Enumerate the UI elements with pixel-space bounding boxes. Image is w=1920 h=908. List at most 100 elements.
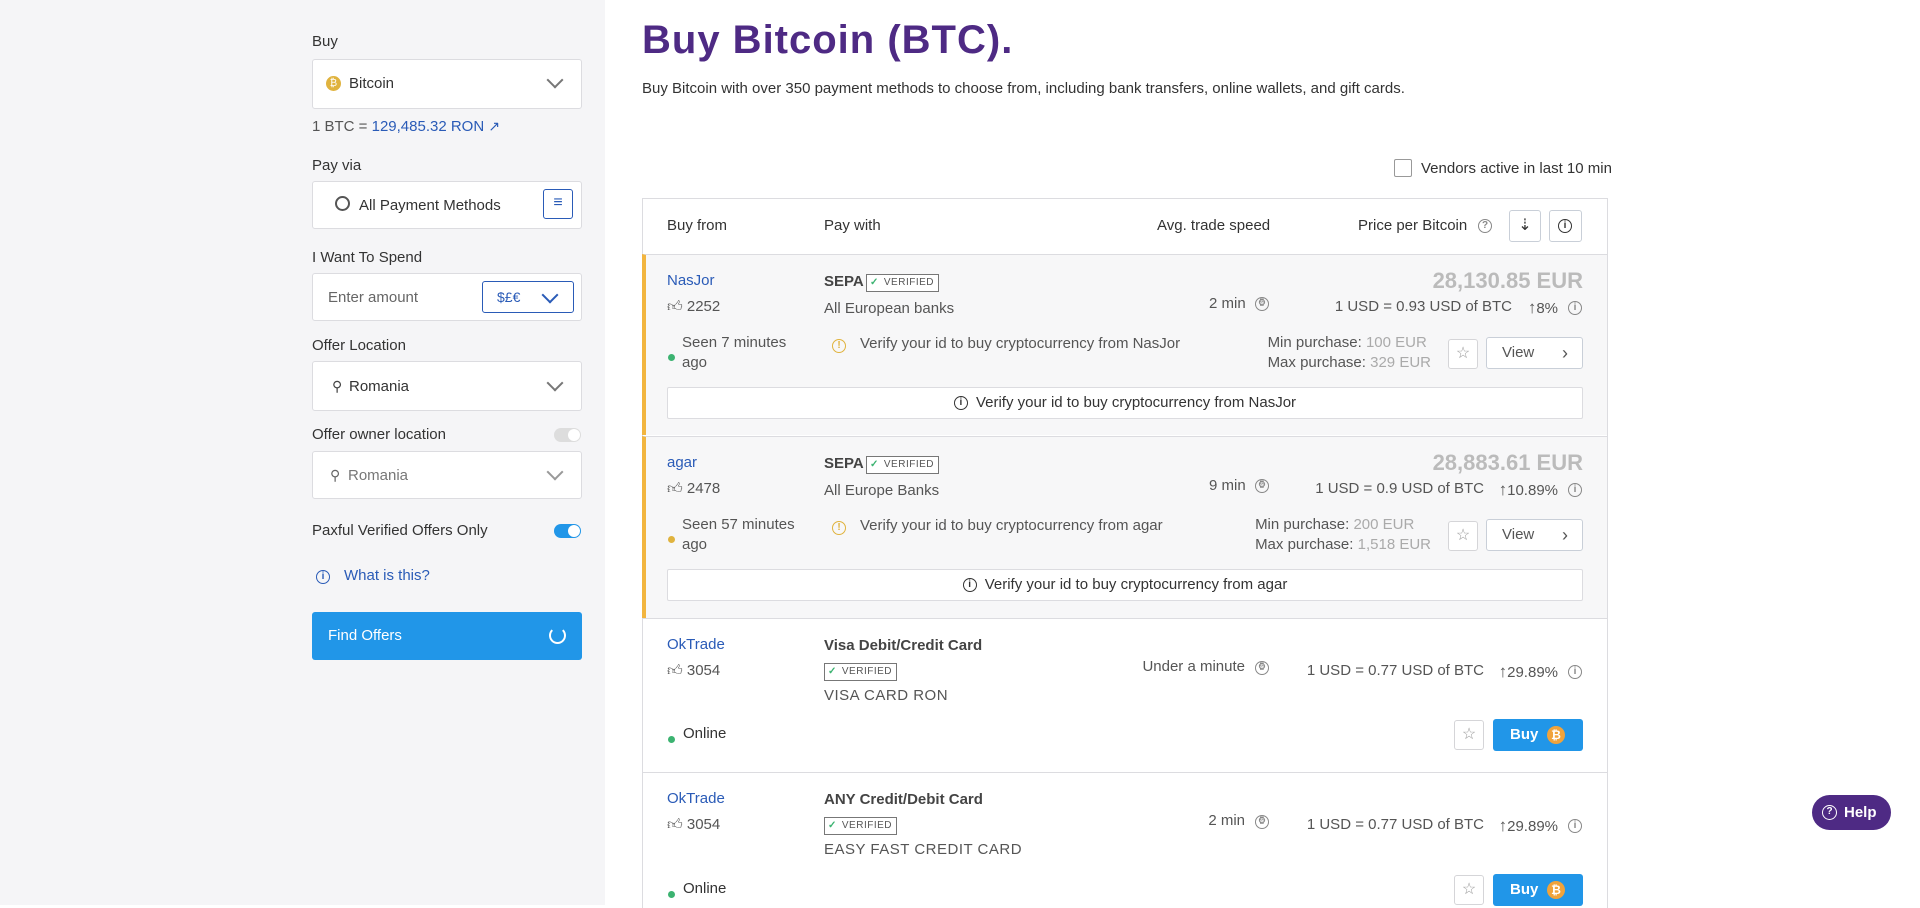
offer-location-select[interactable]: ⚲ Romania <box>312 361 582 411</box>
info-icon: i <box>1558 219 1572 233</box>
rate-prefix: 1 BTC = <box>312 118 368 135</box>
buy-button[interactable]: Buy ₿ <box>1493 874 1583 906</box>
vendors-active-label: Vendors active in last 10 min <box>1421 160 1612 177</box>
margin: ↑29.89% <box>1498 816 1558 835</box>
info-icon: i <box>1568 301 1582 315</box>
currency-select[interactable]: $£€ <box>482 281 574 313</box>
view-button[interactable]: View › <box>1486 519 1583 551</box>
info-icon: i <box>1568 483 1582 497</box>
trend-up-icon: ↗ <box>488 118 501 134</box>
favorite-star-icon[interactable]: ☆ <box>1454 720 1484 750</box>
what-is-this-link[interactable]: What is this? <box>344 567 430 584</box>
payment-method: ANY Credit/Debit Card <box>824 791 983 808</box>
favorite-star-icon[interactable]: ☆ <box>1448 521 1478 551</box>
limits: Min purchase: 100 EUR Max purchase: 329 … <box>1267 334 1431 371</box>
warning-icon: ! <box>832 339 846 353</box>
chevron-down-icon <box>546 374 564 392</box>
vendor-link[interactable]: OkTrade <box>667 790 725 807</box>
rate-line: 1 BTC = 129,485.32 RON ↗ <box>312 118 500 135</box>
usd-rate: 1 USD = 0.9 USD of BTC <box>1315 480 1484 497</box>
status-dot <box>668 530 675 548</box>
vendor-link[interactable]: NasJor <box>667 272 715 289</box>
info-icon: i <box>316 570 330 584</box>
amount-field[interactable]: Enter amount $£€ <box>312 273 582 321</box>
margin: ↑29.89% <box>1498 662 1558 681</box>
usd-rate: 1 USD = 0.77 USD of BTC <box>1306 662 1484 679</box>
location-pin-icon: ⚲ <box>330 467 341 483</box>
row-divider <box>642 618 1608 619</box>
vendor-link[interactable]: OkTrade <box>667 636 725 653</box>
online-status: Online <box>683 880 727 897</box>
chevron-down-icon <box>541 286 559 304</box>
view-button[interactable]: View › <box>1486 337 1583 369</box>
crypto-select-value: Bitcoin <box>349 75 395 92</box>
payment-detail: EASY FAST CREDIT CARD <box>824 841 1023 858</box>
vendor-link[interactable]: agar <box>667 454 697 471</box>
clock-icon: ⌚︎ <box>1255 479 1269 493</box>
help-button[interactable]: ? Help <box>1812 795 1891 830</box>
trade-speed: 9 min <box>1209 477 1246 494</box>
find-offers-button[interactable]: Find Offers <box>312 612 582 660</box>
help-icon: ? <box>1822 805 1837 820</box>
header-pay-with: Pay with <box>824 217 881 234</box>
verified-badge: ✓ VERIFIED <box>866 274 940 292</box>
chevron-down-icon <box>546 71 564 89</box>
thumbs-up-icon: 👍︎ <box>667 480 683 497</box>
online-status: Online <box>683 725 727 742</box>
status-dot <box>668 885 675 903</box>
likes: 👍︎ 3054 <box>667 816 721 833</box>
help-icon[interactable]: ? <box>1478 219 1492 233</box>
verified-only-toggle[interactable] <box>554 524 581 538</box>
margin: ↑10.89% <box>1498 480 1558 499</box>
payment-method-select[interactable]: All Payment Methods ≡ <box>312 181 582 229</box>
offer-location-label: Offer Location <box>312 337 406 354</box>
table-info-button[interactable]: i <box>1549 210 1582 242</box>
find-offers-label: Find Offers <box>328 627 402 644</box>
payment-detail: VISA CARD RON <box>824 687 949 704</box>
bitcoin-icon: ₿ <box>1547 881 1565 899</box>
payment-method-value: All Payment Methods <box>359 197 501 214</box>
refresh-icon <box>549 627 566 644</box>
crypto-select[interactable]: ₿ Bitcoin <box>312 59 582 109</box>
row-divider <box>642 772 1608 773</box>
thumbs-up-icon: 👍︎ <box>667 816 683 833</box>
verified-badge: ✓ VERIFIED <box>824 817 898 835</box>
warning-icon: ! <box>832 521 846 535</box>
trade-speed: 2 min <box>1208 812 1245 829</box>
verified-badge: ✓ VERIFIED <box>824 663 898 681</box>
thumbs-up-icon: 👍︎ <box>667 662 683 679</box>
sort-icon[interactable]: ⇣ <box>1509 210 1541 242</box>
owner-location-select[interactable]: ⚲ Romania <box>312 451 582 499</box>
header-price: Price per Bitcoin <box>1358 217 1468 234</box>
buy-button[interactable]: Buy ₿ <box>1493 719 1583 751</box>
payment-detail: All European banks <box>824 300 955 317</box>
owner-location-label: Offer owner location <box>312 426 446 443</box>
likes: 👍︎ 2252 <box>667 298 721 315</box>
last-seen: Seen 7 minutes ago <box>682 334 787 371</box>
page-subtitle: Buy Bitcoin with over 350 payment method… <box>642 80 1405 97</box>
thumbs-up-icon: 👍︎ <box>667 298 683 315</box>
owner-location-value: Romania <box>348 467 409 484</box>
pay-via-label: Pay via <box>312 157 362 174</box>
payment-method: SEPA <box>824 273 864 290</box>
verify-banner[interactable]: i Verify your id to buy cryptocurrency fr… <box>667 569 1583 601</box>
bitcoin-icon: ₿ <box>1547 726 1565 744</box>
rate-value-link[interactable]: 129,485.32 RON <box>372 118 485 135</box>
clock-icon: ⌚︎ <box>1255 661 1269 675</box>
search-icon <box>335 196 350 211</box>
verify-note: Verify your id to buy cryptocurrency fro… <box>860 335 1181 352</box>
owner-location-toggle[interactable] <box>554 428 581 442</box>
menu-icon[interactable]: ≡ <box>543 189 573 219</box>
bitcoin-icon: ₿ <box>326 76 341 91</box>
verify-banner[interactable]: i Verify your id to buy cryptocurrency fr… <box>667 387 1583 419</box>
last-seen: Seen 57 minutes ago <box>682 516 795 553</box>
verified-badge: ✓ VERIFIED <box>866 456 940 474</box>
favorite-star-icon[interactable]: ☆ <box>1448 339 1478 369</box>
vendors-active-checkbox[interactable] <box>1394 159 1412 177</box>
verify-note: Verify your id to buy cryptocurrency fro… <box>860 517 1163 534</box>
favorite-star-icon[interactable]: ☆ <box>1454 875 1484 905</box>
info-icon: i <box>953 396 968 411</box>
info-icon: i <box>1568 819 1582 833</box>
margin: ↑8% <box>1527 298 1558 317</box>
usd-rate: 1 USD = 0.77 USD of BTC <box>1306 816 1484 833</box>
